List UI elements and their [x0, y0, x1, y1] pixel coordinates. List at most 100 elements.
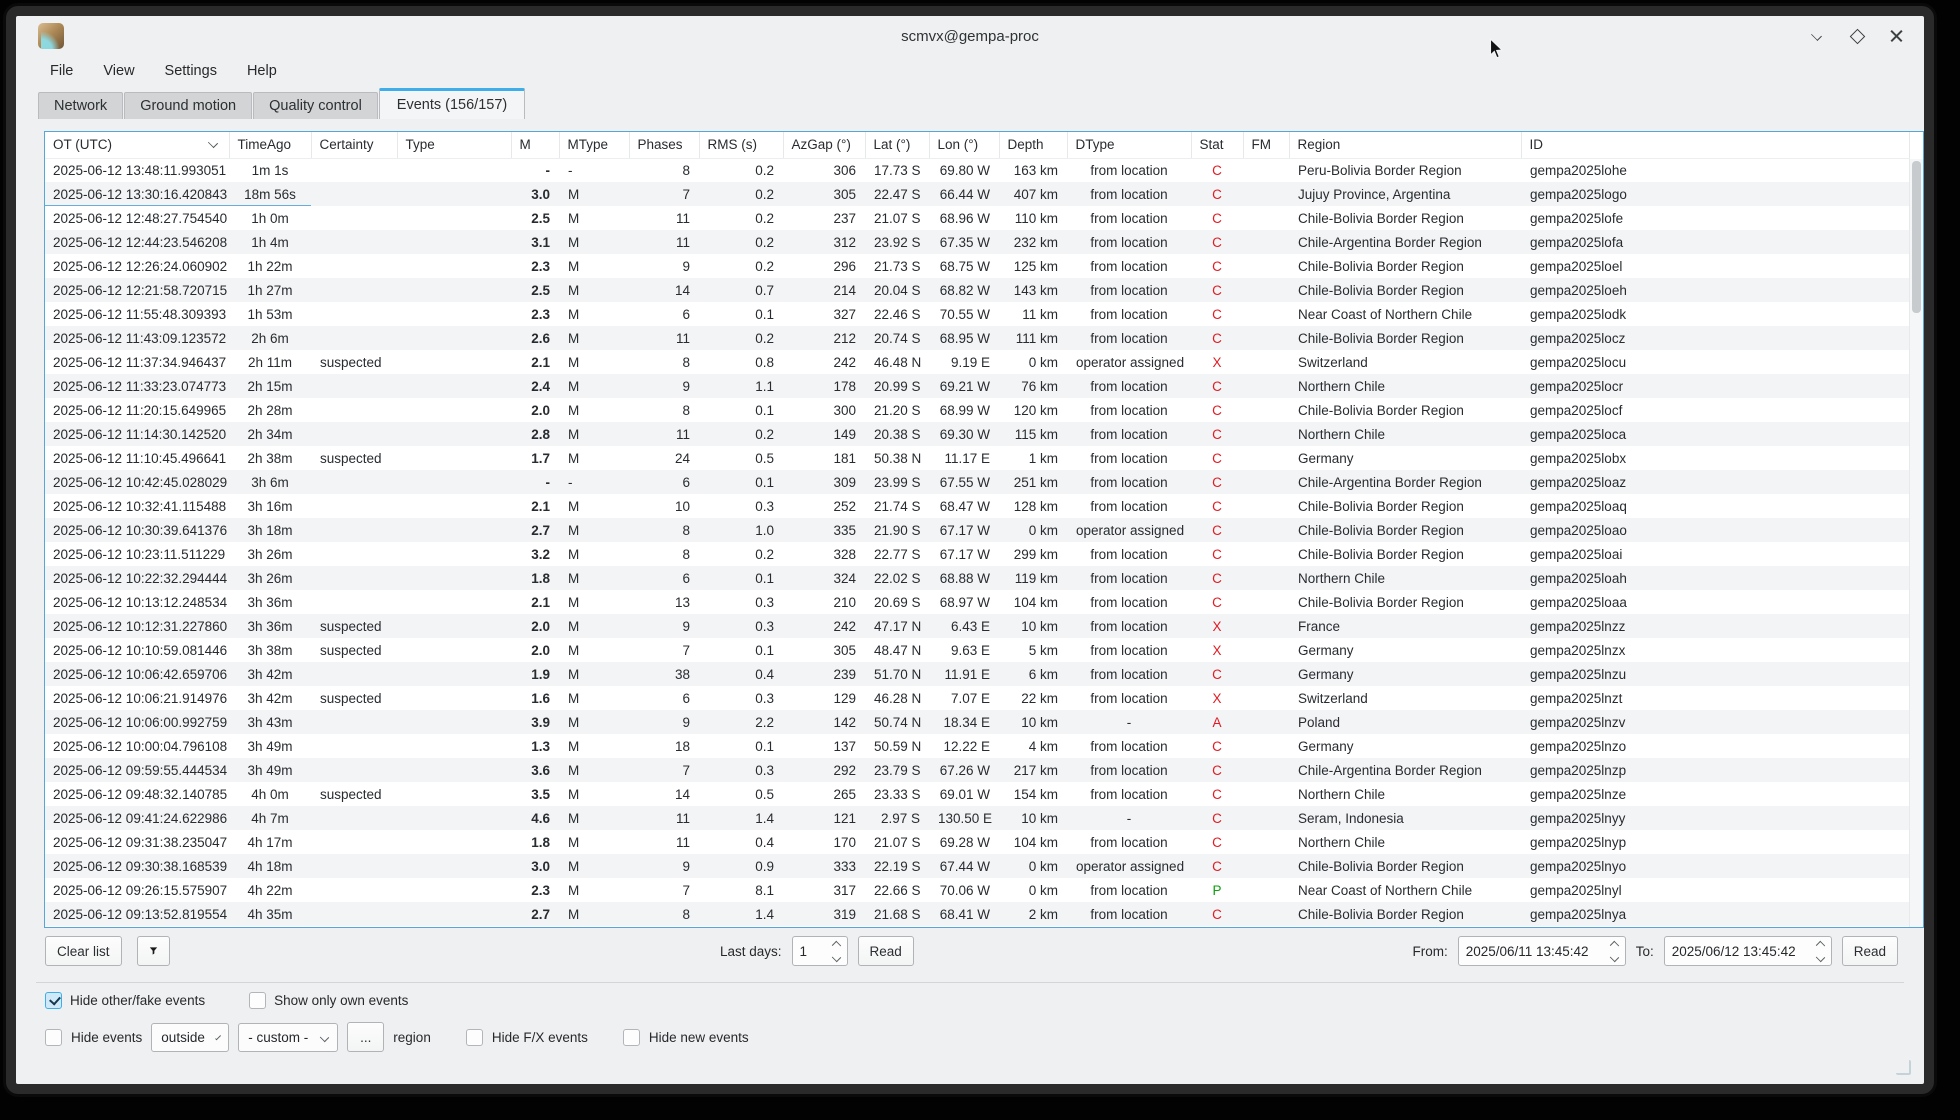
- column-header-id[interactable]: ID: [1521, 132, 1910, 158]
- event-row[interactable]: 2025-06-12 11:10:45.4966412h 38msuspecte…: [45, 446, 1910, 470]
- read-days-button[interactable]: Read: [858, 936, 914, 966]
- event-row[interactable]: 2025-06-12 12:48:27.7545401h 0m2.5M110.2…: [45, 206, 1910, 230]
- maximize-icon[interactable]: [1848, 27, 1866, 45]
- event-row[interactable]: 2025-06-12 10:22:32.2944443h 26m1.8M60.1…: [45, 566, 1910, 590]
- resize-grip-icon[interactable]: [1894, 1058, 1912, 1076]
- column-header-fm[interactable]: FM: [1243, 132, 1289, 158]
- cell-dtype: from location: [1067, 254, 1191, 278]
- menu-file[interactable]: File: [50, 63, 73, 79]
- outside-combobox[interactable]: outside: [151, 1023, 229, 1052]
- event-row[interactable]: 2025-06-12 10:06:42.6597063h 42m1.9M380.…: [45, 662, 1910, 686]
- event-row[interactable]: 2025-06-12 11:43:09.1235722h 6m2.6M110.2…: [45, 326, 1910, 350]
- event-row[interactable]: 2025-06-12 09:26:15.5759074h 22m2.3M78.1…: [45, 878, 1910, 902]
- to-datetime-field[interactable]: 2025/06/12 13:45:42: [1664, 936, 1832, 966]
- event-row[interactable]: 2025-06-12 11:37:34.9464372h 11msuspecte…: [45, 350, 1910, 374]
- scrollbar-handle[interactable]: [1912, 161, 1921, 313]
- event-row[interactable]: 2025-06-12 10:32:41.1154883h 16m2.1M100.…: [45, 494, 1910, 518]
- hide-new-label[interactable]: Hide new events: [649, 1030, 749, 1045]
- column-header-lon[interactable]: Lon (°): [929, 132, 999, 158]
- column-header-mtype[interactable]: MType: [559, 132, 629, 158]
- event-row[interactable]: 2025-06-12 11:14:30.1425202h 34m2.8M110.…: [45, 422, 1910, 446]
- column-header-rms[interactable]: RMS (s): [699, 132, 783, 158]
- vertical-scrollbar[interactable]: [1909, 159, 1923, 927]
- read-range-button[interactable]: Read: [1842, 936, 1898, 966]
- hide-other-fake-checkbox[interactable]: [45, 992, 62, 1009]
- region-preset-combobox[interactable]: - custom -: [238, 1023, 338, 1052]
- close-icon[interactable]: [1888, 27, 1906, 45]
- event-row[interactable]: 2025-06-12 10:42:45.0280293h 6m--60.1309…: [45, 470, 1910, 494]
- tab-ground-motion[interactable]: Ground motion: [124, 92, 252, 119]
- event-row[interactable]: 2025-06-12 13:30:16.42084318m 56s3.0M70.…: [45, 182, 1910, 206]
- show-only-own-checkbox[interactable]: [249, 992, 266, 1009]
- hide-events-label[interactable]: Hide events: [71, 1030, 142, 1045]
- tab-network[interactable]: Network: [38, 92, 123, 119]
- column-header-phases[interactable]: Phases: [629, 132, 699, 158]
- event-row[interactable]: 2025-06-12 09:48:32.1407854h 0msuspected…: [45, 782, 1910, 806]
- column-header-certainty[interactable]: Certainty: [311, 132, 397, 158]
- menu-help[interactable]: Help: [247, 63, 277, 79]
- last-days-spinbox[interactable]: 1: [792, 936, 848, 966]
- hide-fx-label[interactable]: Hide F/X events: [492, 1030, 588, 1045]
- cell-azgap: 142: [783, 710, 865, 734]
- cell-id: gempa2025logo: [1521, 182, 1910, 206]
- event-row[interactable]: 2025-06-12 09:41:24.6229864h 7m4.6M111.4…: [45, 806, 1910, 830]
- event-row[interactable]: 2025-06-12 10:06:21.9149763h 42msuspecte…: [45, 686, 1910, 710]
- column-header-stat[interactable]: Stat: [1191, 132, 1243, 158]
- region-more-button[interactable]: ...: [347, 1022, 384, 1052]
- hide-fx-checkbox[interactable]: [466, 1029, 483, 1046]
- hide-new-checkbox[interactable]: [623, 1029, 640, 1046]
- column-header-ot[interactable]: OT (UTC): [45, 132, 229, 158]
- from-spin-arrows-icon[interactable]: [1611, 942, 1618, 961]
- event-row[interactable]: 2025-06-12 09:13:52.8195544h 35m2.7M81.4…: [45, 902, 1910, 926]
- cell-phases: 14: [629, 782, 699, 806]
- event-row[interactable]: 2025-06-12 13:48:11.9930511m 1s--80.2306…: [45, 158, 1910, 182]
- cell-rms: 1.4: [699, 806, 783, 830]
- event-row[interactable]: 2025-06-12 10:30:39.6413763h 18m2.7M81.0…: [45, 518, 1910, 542]
- tab-quality-control[interactable]: Quality control: [253, 92, 378, 119]
- show-only-own-label[interactable]: Show only own events: [274, 993, 408, 1008]
- column-header-type[interactable]: Type: [397, 132, 511, 158]
- event-row[interactable]: 2025-06-12 10:00:04.7961083h 49m1.3M180.…: [45, 734, 1910, 758]
- event-row[interactable]: 2025-06-12 09:31:38.2350474h 17m1.8M110.…: [45, 830, 1910, 854]
- minimize-icon[interactable]: [1808, 27, 1826, 45]
- menu-settings[interactable]: Settings: [165, 63, 217, 79]
- event-row[interactable]: 2025-06-12 12:21:58.7207151h 27m2.5M140.…: [45, 278, 1910, 302]
- spin-arrows-icon[interactable]: [833, 942, 840, 961]
- from-datetime-field[interactable]: 2025/06/11 13:45:42: [1458, 936, 1626, 966]
- cell-lon: 130.50 E: [929, 806, 999, 830]
- column-header-m[interactable]: M: [511, 132, 559, 158]
- event-row[interactable]: 2025-06-12 10:06:00.9927593h 43m3.9M92.2…: [45, 710, 1910, 734]
- event-row[interactable]: 2025-06-12 10:23:11.5112293h 26m3.2M80.2…: [45, 542, 1910, 566]
- filter-button[interactable]: [137, 936, 170, 966]
- column-header-lat[interactable]: Lat (°): [865, 132, 929, 158]
- cell-m: 2.1: [511, 590, 559, 614]
- event-row[interactable]: 2025-06-12 09:59:55.4445343h 49m3.6M70.3…: [45, 758, 1910, 782]
- column-header-region[interactable]: Region: [1289, 132, 1521, 158]
- column-header-dtype[interactable]: DType: [1067, 132, 1191, 158]
- column-header-ago[interactable]: TimeAgo: [229, 132, 311, 158]
- hide-events-checkbox[interactable]: [45, 1029, 62, 1046]
- cell-lat: 22.02 S: [865, 566, 929, 590]
- cell-azgap: 305: [783, 638, 865, 662]
- tab-events[interactable]: Events (156/157): [379, 88, 525, 119]
- event-row[interactable]: 2025-06-12 11:33:23.0747732h 15m2.4M91.1…: [45, 374, 1910, 398]
- event-row[interactable]: 2025-06-12 12:44:23.5462081h 4m3.1M110.2…: [45, 230, 1910, 254]
- event-row[interactable]: 2025-06-12 10:12:31.2278603h 36msuspecte…: [45, 614, 1910, 638]
- clear-list-button[interactable]: Clear list: [45, 936, 122, 966]
- hide-other-fake-label[interactable]: Hide other/fake events: [70, 993, 205, 1008]
- titlebar: scmvx@gempa-proc: [16, 16, 1924, 56]
- event-row[interactable]: 2025-06-12 10:10:59.0814463h 38msuspecte…: [45, 638, 1910, 662]
- cell-rms: 0.9: [699, 854, 783, 878]
- event-row[interactable]: 2025-06-12 11:55:48.3093931h 53m2.3M60.1…: [45, 302, 1910, 326]
- cell-certainty: suspected: [311, 350, 397, 374]
- column-header-depth[interactable]: Depth: [999, 132, 1067, 158]
- event-row[interactable]: 2025-06-12 09:30:38.1685394h 18m3.0M90.9…: [45, 854, 1910, 878]
- column-header-label: AzGap (°): [792, 137, 851, 152]
- menu-view[interactable]: View: [103, 63, 134, 79]
- event-row[interactable]: 2025-06-12 10:13:12.2485343h 36m2.1M130.…: [45, 590, 1910, 614]
- column-header-azgap[interactable]: AzGap (°): [783, 132, 865, 158]
- event-row[interactable]: 2025-06-12 12:26:24.0609021h 22m2.3M90.2…: [45, 254, 1910, 278]
- event-row[interactable]: 2025-06-12 11:20:15.6499652h 28m2.0M80.1…: [45, 398, 1910, 422]
- cell-rms: 0.1: [699, 734, 783, 758]
- to-spin-arrows-icon[interactable]: [1817, 942, 1824, 961]
